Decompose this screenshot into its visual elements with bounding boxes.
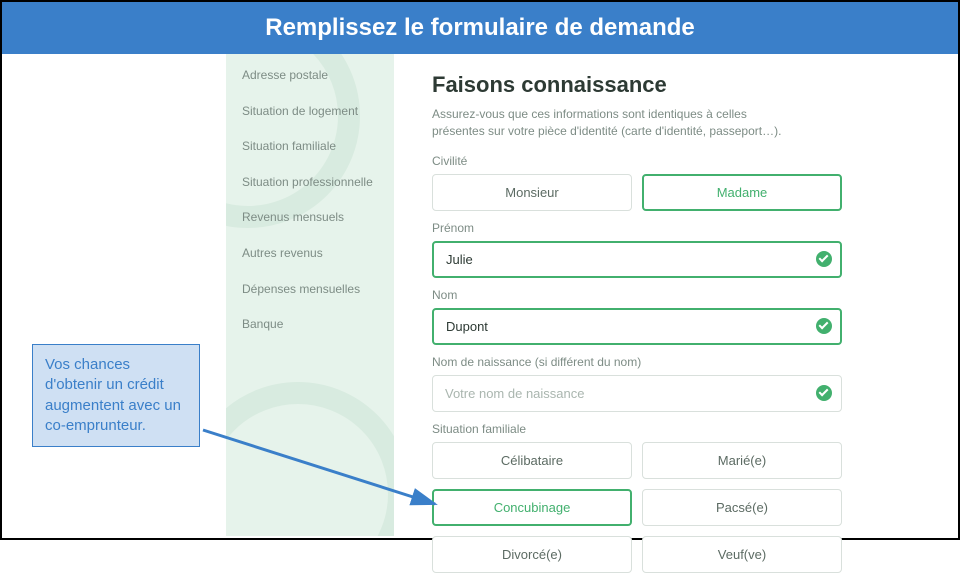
birthname-label: Nom de naissance (si différent du nom) (432, 355, 842, 369)
sidebar-item-label: Autres revenus (242, 246, 323, 260)
sidebar-item-label: Banque (242, 317, 283, 331)
marital-option-pacse[interactable]: Pacsé(e) (642, 489, 842, 526)
sidebar-item-situation-familiale[interactable]: Situation familiale (242, 139, 378, 155)
check-icon (816, 318, 832, 334)
option-label: Veuf(ve) (718, 547, 766, 562)
callout-text: Vos chances d'obtenir un crédit augmente… (45, 356, 181, 434)
civility-group: Civilité Monsieur Madame (432, 154, 842, 211)
sidebar-item-adresse[interactable]: Adresse postale (242, 68, 378, 84)
marital-option-celibataire[interactable]: Célibataire (432, 442, 632, 479)
option-label: Marié(e) (718, 453, 766, 468)
input-value: Dupont (446, 319, 488, 334)
sidebar-item-label: Dépenses mensuelles (242, 282, 360, 296)
option-label: Monsieur (505, 185, 558, 200)
sidebar-item-situation-pro[interactable]: Situation professionnelle (242, 175, 378, 191)
input-placeholder: Votre nom de naissance (445, 386, 584, 401)
sidebar-item-depenses[interactable]: Dépenses mensuelles (242, 282, 378, 298)
form-subtext: Assurez-vous que ces informations sont i… (432, 106, 792, 140)
lastname-field-wrap: Dupont (432, 308, 842, 345)
option-label: Célibataire (501, 453, 563, 468)
sidebar-item-revenus[interactable]: Revenus mensuels (242, 210, 378, 226)
sidebar-item-label: Revenus mensuels (242, 210, 344, 224)
birthname-field-wrap: Votre nom de naissance (432, 375, 842, 412)
sidebar-item-banque[interactable]: Banque (242, 317, 378, 333)
marital-option-marie[interactable]: Marié(e) (642, 442, 842, 479)
marital-option-concubinage[interactable]: Concubinage (432, 489, 632, 526)
tip-callout: Vos chances d'obtenir un crédit augmente… (32, 344, 200, 447)
option-label: Divorcé(e) (502, 547, 562, 562)
sidebar-item-autres-revenus[interactable]: Autres revenus (242, 246, 378, 262)
form-panel: Faisons connaissance Assurez-vous que ce… (422, 54, 852, 583)
firstname-input[interactable]: Julie (432, 241, 842, 278)
form-heading: Faisons connaissance (432, 72, 842, 98)
slide-frame: Remplissez le formulaire de demande Adre… (0, 0, 960, 540)
input-value: Julie (446, 252, 473, 267)
option-label: Madame (717, 185, 768, 200)
sidebar-item-label: Situation de logement (242, 104, 358, 118)
civility-label: Civilité (432, 154, 842, 168)
sidebar-item-label: Adresse postale (242, 68, 328, 82)
birthname-input[interactable]: Votre nom de naissance (432, 375, 842, 412)
sidebar-nav: Adresse postale Situation de logement Si… (226, 54, 394, 536)
lastname-label: Nom (432, 288, 842, 302)
lastname-group: Nom Dupont (432, 288, 842, 345)
marital-label: Situation familiale (432, 422, 842, 436)
lastname-input[interactable]: Dupont (432, 308, 842, 345)
civility-option-madame[interactable]: Madame (642, 174, 842, 211)
banner: Remplissez le formulaire de demande (2, 2, 958, 54)
marital-options: Célibataire Marié(e) Concubinage Pacsé(e… (432, 442, 842, 573)
marital-option-veuf[interactable]: Veuf(ve) (642, 536, 842, 573)
civility-options: Monsieur Madame (432, 174, 842, 211)
sidebar-item-label: Situation familiale (242, 139, 336, 153)
civility-option-monsieur[interactable]: Monsieur (432, 174, 632, 211)
marital-option-divorce[interactable]: Divorcé(e) (432, 536, 632, 573)
firstname-field-wrap: Julie (432, 241, 842, 278)
birthname-group: Nom de naissance (si différent du nom) V… (432, 355, 842, 412)
option-label: Pacsé(e) (716, 500, 768, 515)
content-area: Adresse postale Situation de logement Si… (4, 54, 956, 536)
firstname-group: Prénom Julie (432, 221, 842, 278)
sidebar-item-logement[interactable]: Situation de logement (242, 104, 378, 120)
marital-group: Situation familiale Célibataire Marié(e)… (432, 422, 842, 573)
banner-title: Remplissez le formulaire de demande (265, 14, 694, 41)
check-icon (816, 251, 832, 267)
option-label: Concubinage (494, 500, 571, 515)
check-icon (816, 385, 832, 401)
sidebar-item-label: Situation professionnelle (242, 175, 373, 189)
firstname-label: Prénom (432, 221, 842, 235)
